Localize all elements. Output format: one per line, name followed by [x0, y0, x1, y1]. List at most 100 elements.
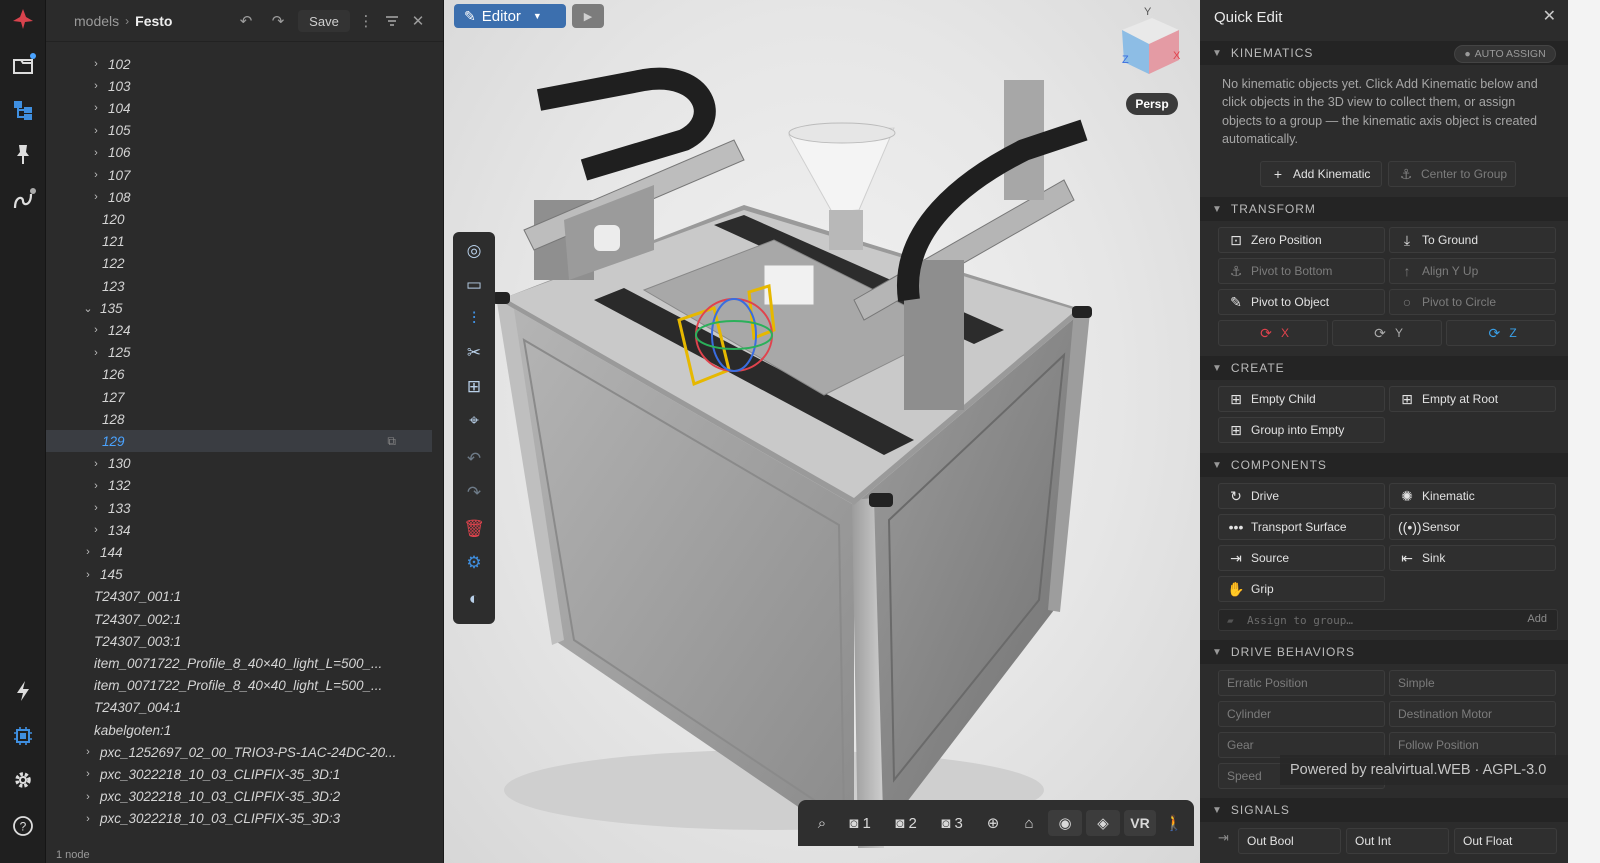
3d-viewport[interactable]: Y Z X ✎ Editor ▼ ▶ Persp ◎ ▭ ⫶ ✂ ⊞ ⌖ ↶ ↷…: [444, 0, 1200, 863]
chevron-right-icon[interactable]: ›: [82, 791, 94, 803]
pivot-to-circle-button[interactable]: ○ Pivot to Circle: [1389, 289, 1556, 315]
camera-2-button[interactable]: ◙ 2: [888, 810, 924, 836]
redo-icon[interactable]: ↷: [266, 10, 290, 32]
tree-row[interactable]: item_0071722_Profile_8_40×40_light_L=500…: [46, 675, 432, 697]
undo-tool-icon[interactable]: ↶: [459, 444, 489, 474]
camera-1-button[interactable]: ◙ 1: [842, 810, 878, 836]
tree-row[interactable]: › 104: [46, 97, 432, 119]
chevron-right-icon[interactable]: ›: [90, 102, 102, 114]
redo-tool-icon[interactable]: ↷: [459, 478, 489, 508]
palette-icon[interactable]: ◐: [459, 584, 489, 614]
help-icon[interactable]: ?: [8, 811, 38, 841]
empty-child-button[interactable]: ⊞ Empty Child: [1218, 386, 1385, 412]
align-icon[interactable]: ⫶: [459, 304, 489, 334]
hierarchy-icon[interactable]: [8, 95, 38, 125]
open-external-icon[interactable]: ⧉: [387, 434, 396, 449]
transform-section-header[interactable]: ▼ TRANSFORM: [1200, 197, 1568, 221]
rotate-x-button[interactable]: ⟳ X: [1218, 320, 1328, 346]
out-float-button[interactable]: Out Float: [1454, 828, 1557, 854]
tree-row[interactable]: item_0071722_Profile_8_40×40_light_L=500…: [46, 652, 432, 674]
create-section-header[interactable]: ▼ CREATE: [1200, 356, 1568, 380]
pin-icon[interactable]: [8, 139, 38, 169]
chevron-right-icon[interactable]: ›: [90, 480, 102, 492]
eye-icon[interactable]: ◉: [1048, 810, 1082, 836]
out-bool-button[interactable]: Out Bool: [1238, 828, 1341, 854]
add-kinematic-button[interactable]: + Add Kinematic: [1260, 161, 1382, 187]
tree-row[interactable]: T24307_002:1: [46, 608, 432, 630]
breadcrumb-root[interactable]: models: [74, 13, 119, 29]
tree-row[interactable]: 126: [46, 364, 432, 386]
source-button[interactable]: ⇥ Source: [1218, 545, 1385, 571]
chevron-right-icon[interactable]: ›: [90, 125, 102, 137]
tree-row[interactable]: T24307_001:1: [46, 586, 432, 608]
focus-icon[interactable]: ◎: [459, 236, 489, 266]
hierarchy-tool-icon[interactable]: ⊞: [459, 372, 489, 402]
tree-row[interactable]: › pxc_3022218_10_03_CLIPFIX-35_3D:2: [46, 786, 432, 808]
transport-surface-button[interactable]: ••• Transport Surface: [1218, 514, 1385, 540]
tree-row[interactable]: 120: [46, 208, 432, 230]
chevron-right-icon[interactable]: ›: [82, 546, 94, 558]
chevron-right-icon[interactable]: ›: [90, 324, 102, 336]
gear-icon[interactable]: [8, 765, 38, 795]
group-into-empty-button[interactable]: ⊞ Group into Empty: [1218, 417, 1385, 443]
chevron-right-icon[interactable]: ›: [90, 169, 102, 181]
chevron-right-icon[interactable]: ›: [82, 768, 94, 780]
center-to-group-button[interactable]: ⚓ Center to Group: [1388, 161, 1516, 187]
auto-assign-button[interactable]: ● AUTO ASSIGN: [1454, 45, 1556, 63]
simple-button[interactable]: Simple: [1389, 670, 1556, 696]
tree-row[interactable]: T24307_003:1: [46, 630, 432, 652]
delete-icon[interactable]: 🗑: [459, 514, 489, 544]
scissors-icon[interactable]: ✂: [459, 338, 489, 368]
chip-icon[interactable]: [8, 721, 38, 751]
seat-icon[interactable]: ⌂: [1014, 810, 1044, 836]
tree-row[interactable]: › 125: [46, 342, 432, 364]
close-icon[interactable]: ✕: [408, 10, 428, 32]
layers-icon[interactable]: ◈: [1086, 810, 1120, 836]
tree-row[interactable]: › 130: [46, 453, 432, 475]
chevron-right-icon[interactable]: ›: [90, 524, 102, 536]
tree-row[interactable]: › pxc_1252697_02_00_TRIO3-PS-1AC-24DC-20.…: [46, 741, 432, 763]
rotate-y-button[interactable]: ⟳ Y: [1332, 320, 1442, 346]
empty-at-root-button[interactable]: ⊞ Empty at Root: [1389, 386, 1556, 412]
chevron-right-icon[interactable]: ›: [90, 147, 102, 159]
chevron-right-icon[interactable]: ›: [90, 80, 102, 92]
save-button[interactable]: Save: [298, 10, 350, 32]
play-button[interactable]: ▶: [572, 4, 604, 28]
chevron-right-icon[interactable]: ›: [90, 58, 102, 70]
chevron-right-icon[interactable]: ›: [90, 458, 102, 470]
tree-row[interactable]: 123: [46, 275, 432, 297]
components-section-header[interactable]: ▼ COMPONENTS: [1200, 453, 1568, 477]
tree-row[interactable]: › 133: [46, 497, 432, 519]
logo-icon[interactable]: [8, 4, 38, 34]
chevron-right-icon[interactable]: ›: [82, 813, 94, 825]
tree-row[interactable]: › 102: [46, 53, 432, 75]
pivot-to-bottom-button[interactable]: ⚓ Pivot to Bottom: [1218, 258, 1385, 284]
machine-scene[interactable]: [444, 0, 1200, 863]
search-icon[interactable]: ⌕: [808, 810, 836, 836]
chevron-right-icon[interactable]: ›: [90, 347, 102, 359]
tree-row[interactable]: › 144: [46, 541, 432, 563]
drive-button[interactable]: ↻ Drive: [1218, 483, 1385, 509]
signals-section-header[interactable]: ▼ SIGNALS: [1200, 798, 1568, 822]
tree-row[interactable]: kabelgoten:1: [46, 719, 432, 741]
tree-row[interactable]: 128: [46, 408, 432, 430]
tree-row[interactable]: › 124: [46, 319, 432, 341]
tree-row[interactable]: ⌄ 135: [46, 297, 432, 319]
walk-icon[interactable]: 🚶: [1160, 810, 1188, 836]
undo-icon[interactable]: ↶: [234, 10, 258, 32]
robot-icon[interactable]: ⚙: [459, 548, 489, 578]
tree-row[interactable]: › 107: [46, 164, 432, 186]
tree-row[interactable]: 129 ⧉: [46, 430, 432, 453]
sensor-button[interactable]: ((•)) Sensor: [1389, 514, 1556, 540]
tree-row[interactable]: › 103: [46, 75, 432, 97]
chevron-right-icon[interactable]: ›: [82, 569, 94, 581]
chevron-right-icon[interactable]: ›: [82, 746, 94, 758]
editor-mode-dropdown[interactable]: ✎ Editor ▼: [454, 4, 566, 28]
tree-row[interactable]: 121: [46, 231, 432, 253]
tree-row[interactable]: 127: [46, 386, 432, 408]
chevron-right-icon[interactable]: ›: [90, 502, 102, 514]
align-y-up-button[interactable]: ↑ Align Y Up: [1389, 258, 1556, 284]
more-options-icon[interactable]: ⋮: [356, 10, 376, 32]
tree-row[interactable]: › pxc_3022218_10_03_CLIPFIX-35_3D:3: [46, 808, 432, 830]
tree-row[interactable]: › 132: [46, 475, 432, 497]
